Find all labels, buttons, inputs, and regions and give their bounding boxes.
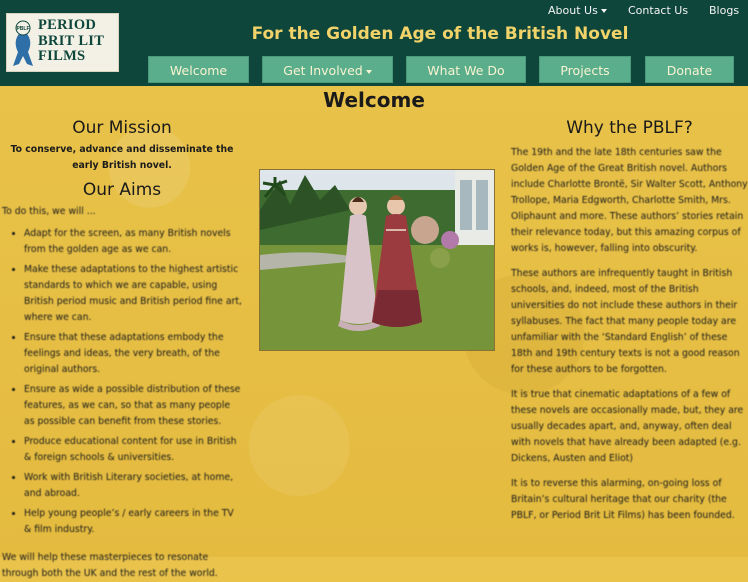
why-paragraph-3: It is true that cinematic adaptations of… [511,389,744,464]
aims-intro: To do this, we will ... [2,206,96,217]
aim-item: Make these adaptations to the highest ar… [24,262,242,326]
aim-item: Help young people’s / early careers in t… [24,506,242,538]
why-body: The 19th and the late 18th centuries saw… [511,145,748,524]
about-us-link[interactable]: About Us [548,4,607,17]
site-header: PBLF PERIOD BRIT LIT FILMS For the Golde… [0,0,748,86]
aims-list: Adapt for the screen, as many British no… [2,226,242,538]
aims-body: To do this, we will ... Adapt for the sc… [2,204,242,582]
nav-welcome-button[interactable]: Welcome [148,56,249,83]
get-involved-label: Get Involved [283,63,363,78]
aims-heading: Our Aims [82,180,162,200]
why-paragraph-4: It is to reverse this alarming, on-going… [511,478,735,521]
aim-item: Adapt for the screen, as many British no… [24,226,242,258]
page-title: Welcome [323,88,425,112]
blogs-link[interactable]: Blogs [709,4,739,17]
nav-get-involved-button[interactable]: Get Involved [262,56,393,83]
chevron-down-icon [600,9,607,13]
nav-donate-button[interactable]: Donate [645,56,734,83]
nav-what-we-do-button[interactable]: What We Do [406,56,526,83]
left-column: Our Mission To conserve, advance and dis… [2,118,242,582]
site-title: For the Golden Age of the British Novel [251,24,629,44]
why-heading: Why the PBLF? [566,118,693,138]
aim-item: Ensure as wide a possible distribution o… [24,382,242,430]
why-paragraph-1: The 19th and the late 18th centuries saw… [511,147,748,254]
aim-item: Work with British Literary societies, at… [24,470,242,502]
mission-heading: Our Mission [72,118,172,138]
chevron-down-icon [365,69,372,74]
why-paragraph-2: These authors are infrequently taught in… [511,268,740,375]
costume-photo [259,169,495,351]
nav-projects-button[interactable]: Projects [539,56,631,83]
aim-item: Produce educational content for use in B… [24,434,242,466]
right-column: Why the PBLF? The 19th and the late 18th… [511,118,748,533]
mission-text: To conserve, advance and disseminate the… [10,144,234,171]
aim-item: Ensure that these adaptations embody the… [24,330,242,378]
contact-us-link[interactable]: Contact Us [628,4,688,17]
about-us-label: About Us [548,4,598,17]
aims-closing: We will help these masterpieces to reson… [2,552,218,579]
two-women-in-period-costume-image [260,170,494,350]
